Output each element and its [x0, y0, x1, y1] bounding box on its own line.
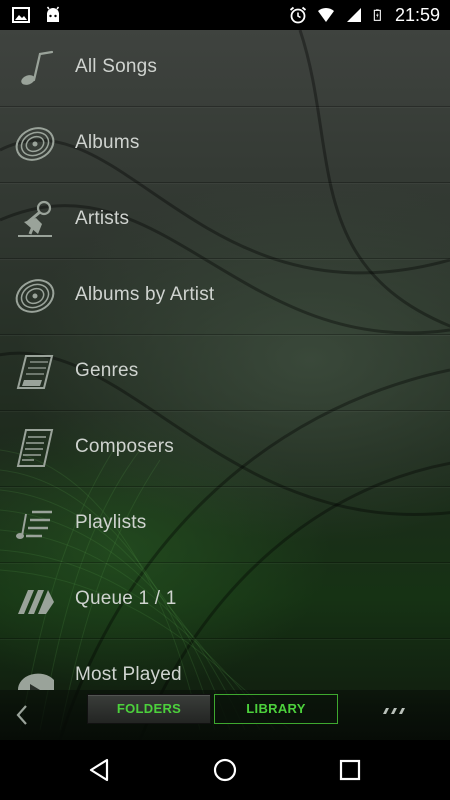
menu-item-label: All Songs	[75, 56, 158, 77]
menu-item-label: Albums	[75, 132, 140, 153]
singer-microphone-icon	[18, 200, 52, 237]
menu-item-label: Playlists	[75, 512, 147, 533]
menu-item-albums-by-artist[interactable]: Albums by Artist	[0, 258, 450, 335]
image-icon	[12, 7, 30, 23]
android-icon	[46, 6, 60, 22]
menu-item-label: Artists	[75, 208, 130, 229]
music-note-icon	[21, 50, 54, 85]
system-nav-bar	[0, 740, 450, 800]
playlist-icon	[16, 510, 52, 539]
nav-home-icon[interactable]	[212, 757, 238, 783]
keyboard-icon	[16, 355, 54, 389]
vinyl-record-icon	[15, 279, 55, 313]
most-played-icon	[17, 673, 54, 690]
signal-icon	[346, 8, 361, 22]
menu-item-composers[interactable]: Composers	[0, 410, 450, 487]
library-screen: All Songs Albums Artists Albums by Artis…	[0, 30, 450, 740]
menu-item-label: Albums by Artist	[75, 284, 215, 305]
menu-item-genres[interactable]: Genres	[0, 334, 450, 411]
menu-item-queue[interactable]: Queue 1 / 1	[0, 562, 450, 639]
menu-item-label: Composers	[75, 436, 174, 457]
folders-tab[interactable]: FOLDERS	[87, 694, 211, 724]
menu-item-artists[interactable]: Artists	[0, 182, 450, 259]
vinyl-record-icon	[15, 127, 55, 161]
more-options-icon[interactable]	[380, 704, 410, 716]
clock: 21:59	[394, 5, 440, 25]
alarm-icon	[289, 6, 307, 24]
queue-icon	[18, 590, 54, 614]
menu-item-playlists[interactable]: Playlists	[0, 486, 450, 563]
menu-item-label: Most Played	[75, 664, 182, 685]
bottom-toolbar: FOLDERS LIBRARY	[0, 690, 450, 740]
status-bar: 21:59	[0, 0, 450, 30]
nav-back-icon[interactable]	[87, 757, 113, 783]
library-tab[interactable]: LIBRARY	[214, 694, 338, 724]
menu-item-albums[interactable]: Albums	[0, 106, 450, 183]
nav-recents-icon[interactable]	[337, 757, 363, 783]
menu-item-most-played[interactable]: Most Played	[0, 638, 450, 690]
menu-item-label: Queue 1 / 1	[75, 588, 177, 609]
library-menu: All Songs Albums Artists Albums by Artis…	[0, 30, 450, 690]
menu-item-label: Genres	[75, 360, 139, 381]
menu-item-all-songs[interactable]: All Songs	[0, 30, 450, 107]
battery-charging-icon	[373, 9, 381, 21]
wifi-icon	[317, 7, 334, 22]
sheet-music-icon	[16, 429, 54, 467]
back-arrow-icon[interactable]	[10, 700, 34, 730]
